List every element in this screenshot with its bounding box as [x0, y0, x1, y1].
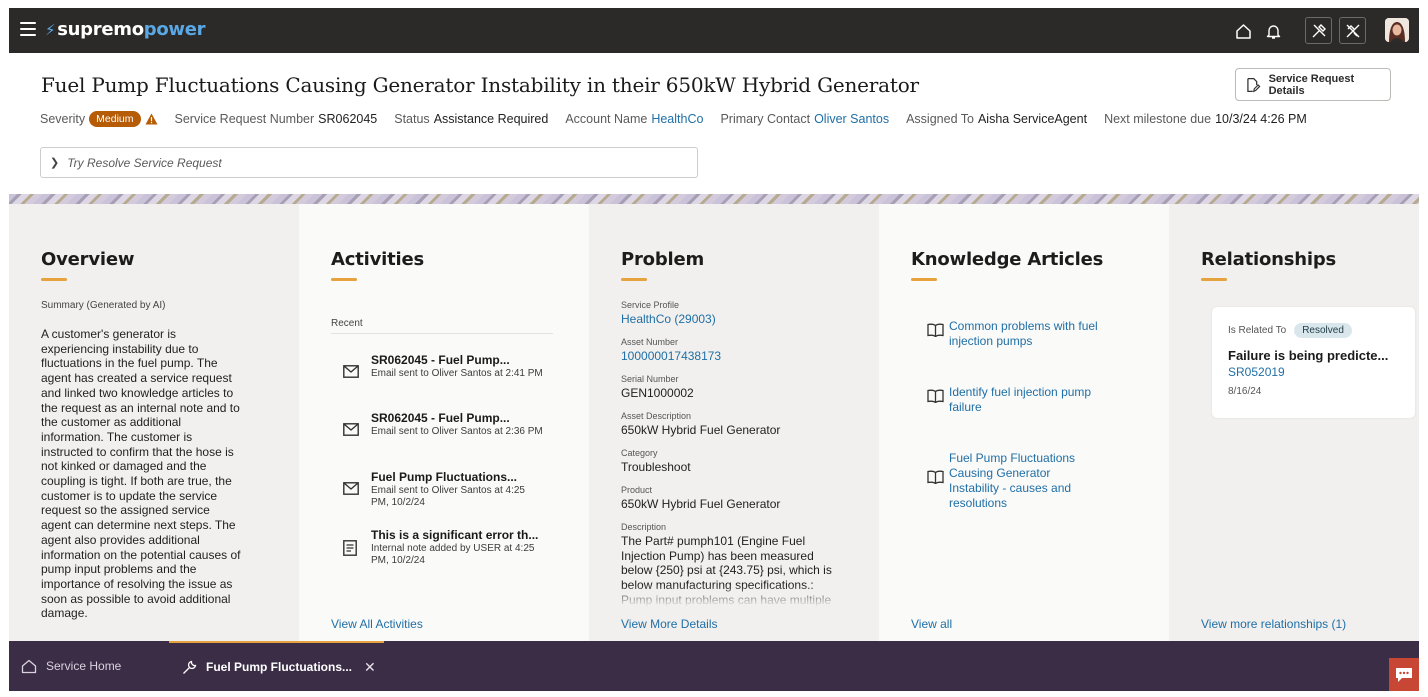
chat-icon: [1396, 667, 1412, 682]
tab-service-home[interactable]: Service Home: [21, 641, 121, 691]
view-more-relationships-link[interactable]: View more relationships (1): [1201, 617, 1346, 631]
mail-icon: [343, 482, 359, 500]
service-profile-link[interactable]: HealthCo (29003): [621, 312, 716, 326]
mail-icon: [343, 423, 359, 441]
sr-number-label: Service Request Number: [174, 112, 315, 126]
app-logo[interactable]: ⚡ supremopower: [45, 19, 206, 40]
field-service-profile: Service Profile HealthCo (29003): [621, 300, 716, 326]
page-title: Fuel Pump Fluctuations Causing Generator…: [41, 73, 919, 97]
field-serial-number: Serial Number GEN1000002: [621, 374, 694, 400]
knowledge-heading: Knowledge Articles: [911, 249, 1104, 270]
wrench-icon: [183, 660, 197, 674]
activities-panel: Activities Recent SR062045 - Fuel Pump..…: [299, 204, 589, 641]
field-asset-description: Asset Description 650kW Hybrid Fuel Gene…: [621, 411, 781, 437]
activities-heading: Activities: [331, 249, 424, 270]
decorative-banner: [9, 194, 1419, 204]
bolt-icon: ⚡: [45, 21, 56, 39]
severity-label: Severity: [40, 112, 86, 126]
assigned-label: Assigned To: [906, 112, 974, 126]
severity-badge: Medium: [89, 111, 141, 127]
divider: [331, 333, 553, 334]
disable-tools-icon[interactable]: [1339, 17, 1366, 44]
heading-accent: [911, 278, 937, 281]
relationship-number-link[interactable]: SR052019: [1228, 365, 1415, 379]
account-label: Account Name: [565, 112, 648, 126]
top-navigation-bar: ⚡ supremopower: [9, 8, 1419, 53]
overview-heading: Overview: [41, 249, 135, 270]
milestone-value: 10/3/24 4:26 PM: [1215, 112, 1307, 126]
document-edit-icon: [1247, 77, 1261, 92]
knowledge-panel: Knowledge Articles Common problems with …: [879, 204, 1169, 641]
milestone-label: Next milestone due: [1104, 112, 1212, 126]
chevron-right-icon: ❯: [50, 157, 60, 169]
problem-heading: Problem: [621, 249, 705, 270]
hamburger-menu-icon[interactable]: [20, 22, 36, 36]
relationship-date: 8/16/24: [1228, 386, 1262, 397]
contact-link[interactable]: Oliver Santos: [814, 112, 889, 126]
app-frame: ⚡ supremopower Fuel Pump Fluctuations Cau…: [9, 8, 1419, 691]
bell-icon[interactable]: [1261, 19, 1285, 43]
relation-type: Is Related To: [1228, 325, 1287, 336]
summary-label: Summary (Generated by AI): [41, 300, 166, 311]
chat-button[interactable]: [1389, 658, 1419, 691]
request-meta-row: Severity Medium Service Request Number S…: [40, 111, 1324, 127]
relationship-card[interactable]: Is Related To Resolved Failure is being …: [1211, 306, 1416, 419]
view-all-activities-link[interactable]: View All Activities: [331, 617, 423, 631]
close-tab-icon[interactable]: ✕: [364, 659, 376, 676]
sr-number-value: SR062045: [318, 112, 378, 126]
heading-accent: [1201, 278, 1227, 281]
field-product: Product 650kW Hybrid Fuel Generator: [621, 485, 781, 511]
field-description: Description The Part# pumph101 (Engine F…: [621, 522, 832, 607]
status-badge: Resolved: [1294, 323, 1352, 338]
heading-accent: [331, 278, 357, 281]
field-category: Category Troubleshoot: [621, 448, 691, 474]
problem-panel: Problem Service Profile HealthCo (29003)…: [589, 204, 879, 641]
relationships-heading: Relationships: [1201, 249, 1337, 270]
overview-panel: Overview Summary (Generated by AI) A cus…: [9, 204, 299, 641]
mail-icon: [343, 365, 359, 383]
warning-icon: [145, 113, 158, 125]
user-avatar[interactable]: [1385, 18, 1409, 42]
panels-row: Overview Summary (Generated by AI) A cus…: [9, 204, 1419, 641]
book-icon: [927, 323, 944, 342]
view-all-articles-link[interactable]: View all: [911, 617, 952, 631]
book-icon: [927, 470, 944, 489]
status-value: Assistance Required: [433, 112, 549, 126]
heading-accent: [41, 278, 67, 281]
tab-fuel-pump-fluctuations[interactable]: Fuel Pump Fluctuations... ✕: [169, 641, 384, 691]
relationship-title: Failure is being predicte...: [1228, 348, 1389, 363]
home-icon[interactable]: [1231, 19, 1255, 43]
heading-accent: [621, 278, 647, 281]
note-icon: [343, 540, 357, 561]
bottom-tab-bar: Service Home Fuel Pump Fluctuations... ✕: [9, 641, 1419, 691]
asset-number-link[interactable]: 100000017438173: [621, 349, 721, 363]
summary-text: A customer's generator is experiencing i…: [41, 327, 241, 621]
tools-icon[interactable]: [1305, 17, 1332, 44]
account-link[interactable]: HealthCo: [651, 112, 703, 126]
service-request-details-button[interactable]: Service Request Details: [1235, 68, 1391, 101]
book-icon: [927, 389, 944, 408]
field-asset-number: Asset Number 100000017438173: [621, 337, 722, 363]
status-label: Status: [394, 112, 430, 126]
contact-label: Primary Contact: [720, 112, 811, 126]
view-more-details-link[interactable]: View More Details: [621, 617, 717, 631]
try-resolve-expander[interactable]: ❯ Try Resolve Service Request: [40, 147, 698, 178]
assigned-value: Aisha ServiceAgent: [977, 112, 1088, 126]
recent-label: Recent: [331, 318, 363, 329]
home-icon: [21, 659, 37, 673]
relationships-panel: Relationships Is Related To Resolved Fai…: [1169, 204, 1419, 641]
